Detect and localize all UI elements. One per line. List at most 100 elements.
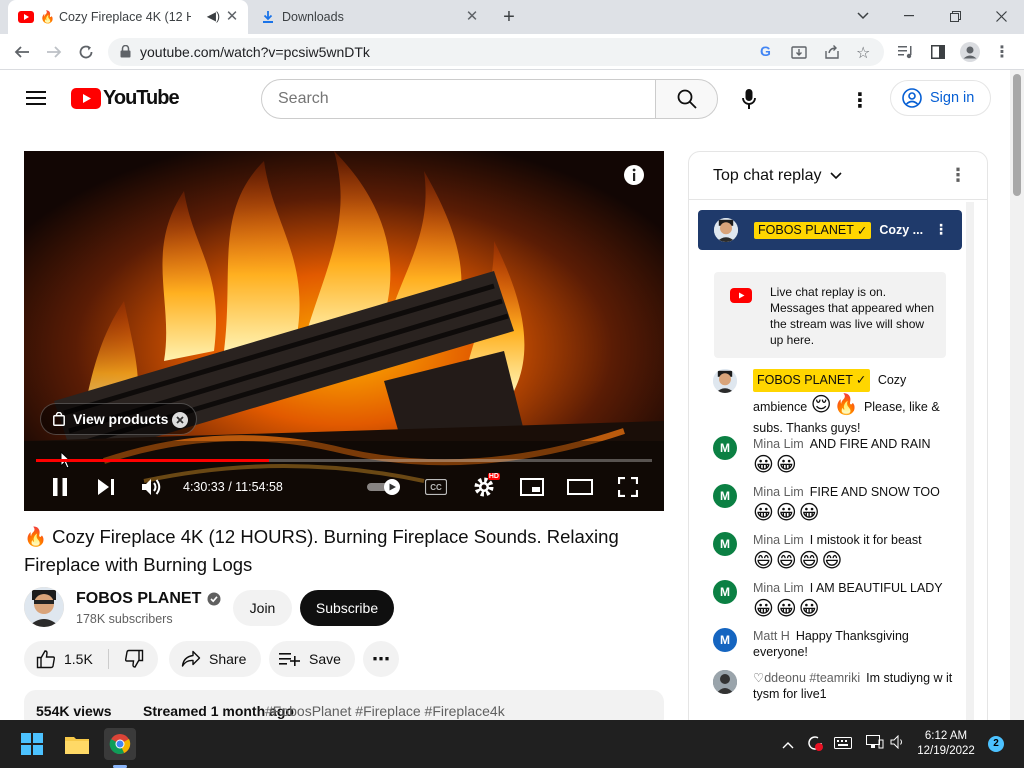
page-scrollbar[interactable] bbox=[1010, 70, 1024, 720]
volume-icon[interactable] bbox=[138, 475, 166, 499]
minimize-icon[interactable] bbox=[894, 4, 924, 28]
keyboard-icon[interactable] bbox=[834, 736, 852, 754]
tab-youtube[interactable]: 🔥 Cozy Fireplace 4K (12 HC ◀) ✕ bbox=[8, 0, 248, 34]
author-name: Matt H bbox=[753, 629, 790, 643]
avatar: M bbox=[713, 628, 737, 652]
author-name: FOBOS PLANET bbox=[757, 373, 853, 387]
sign-in-button[interactable]: Sign in bbox=[890, 80, 991, 116]
microphone-icon bbox=[742, 89, 756, 109]
message-emojis: 😀😀😀 bbox=[753, 502, 822, 524]
channel-name-row: FOBOS PLANET bbox=[76, 590, 221, 608]
voice-search-button[interactable] bbox=[729, 79, 769, 119]
verified-check-icon: ✓ bbox=[856, 223, 868, 238]
thumbs-up-icon bbox=[36, 650, 56, 669]
pinned-author-avatar bbox=[714, 218, 738, 242]
avatar: M bbox=[713, 436, 737, 460]
chevron-down-icon[interactable] bbox=[829, 171, 842, 180]
like-button[interactable]: 1.5K bbox=[24, 641, 108, 677]
notification-badge[interactable]: 2 bbox=[988, 736, 1004, 752]
back-arrow-icon[interactable] bbox=[8, 38, 36, 66]
subscribe-button[interactable]: Subscribe bbox=[300, 590, 394, 626]
search-button[interactable] bbox=[655, 79, 718, 119]
chat-header: Top chat replay ⋮ bbox=[689, 152, 987, 200]
side-panel-icon[interactable] bbox=[924, 38, 952, 66]
page-scrollbar-thumb[interactable] bbox=[1013, 74, 1021, 196]
mouse-cursor-icon bbox=[60, 450, 73, 474]
youtube-logo[interactable]: YouTube bbox=[71, 87, 180, 110]
tab-search-chevron-icon[interactable] bbox=[848, 4, 878, 28]
time-separator: / bbox=[224, 480, 236, 494]
share-page-icon[interactable] bbox=[824, 44, 840, 65]
search-input[interactable] bbox=[278, 90, 638, 108]
tab-audio-icon[interactable]: ◀) bbox=[207, 9, 220, 23]
google-g-icon[interactable]: G bbox=[760, 43, 771, 59]
system-clock[interactable]: 6:12 AM 12/19/2022 bbox=[912, 729, 980, 759]
tab-close-icon[interactable]: ✕ bbox=[224, 9, 240, 25]
share-button[interactable]: Share bbox=[169, 641, 261, 677]
forward-arrow-icon[interactable] bbox=[40, 38, 68, 66]
settings-menu-icon[interactable]: ⋮ bbox=[850, 88, 870, 113]
hamburger-menu-icon[interactable] bbox=[26, 90, 46, 111]
channel-avatar[interactable] bbox=[24, 587, 64, 627]
save-button[interactable]: Save bbox=[269, 641, 355, 677]
settings-gear-icon[interactable]: HD bbox=[470, 473, 500, 501]
channel-name[interactable]: FOBOS PLANET bbox=[76, 590, 201, 608]
tab-downloads[interactable]: Downloads ✕ bbox=[250, 0, 488, 34]
miniplayer-icon[interactable] bbox=[518, 475, 546, 499]
top-chat-replay-dropdown[interactable]: Top chat replay bbox=[713, 167, 822, 185]
fire-emoji-icon: 🔥 bbox=[40, 10, 55, 24]
author-name: ♡ddeonu #teamriki bbox=[753, 671, 861, 685]
restore-icon[interactable] bbox=[940, 4, 970, 28]
sync-alert-icon[interactable] bbox=[806, 734, 824, 757]
video-player[interactable]: View products 4:30:33 / 11:54:58 CC HD bbox=[24, 151, 664, 511]
hashtags[interactable]: #FobosPlanet #Fireplace #Fireplace4k bbox=[265, 703, 505, 719]
message-text: I AM BEAUTIFUL LADY bbox=[809, 581, 943, 595]
dislike-button[interactable] bbox=[109, 641, 158, 677]
dismiss-icon[interactable] bbox=[172, 412, 188, 431]
close-window-icon[interactable] bbox=[986, 4, 1016, 28]
next-video-icon[interactable] bbox=[92, 475, 120, 499]
network-icon[interactable] bbox=[866, 735, 884, 754]
youtube-header: YouTube ⋮ Sign in bbox=[0, 70, 1010, 128]
subscriber-count: 178K subscribers bbox=[76, 612, 173, 626]
svg-text:CC: CC bbox=[430, 483, 442, 492]
more-actions-button[interactable]: ⋯ bbox=[363, 641, 399, 677]
tab-close-icon[interactable]: ✕ bbox=[464, 9, 480, 25]
info-icon[interactable] bbox=[622, 163, 646, 187]
view-count: 554K views bbox=[36, 703, 112, 719]
pause-icon[interactable] bbox=[46, 475, 74, 499]
like-dislike-group: 1.5K bbox=[24, 641, 158, 677]
theater-mode-icon[interactable] bbox=[566, 475, 594, 499]
autoplay-toggle-icon[interactable] bbox=[364, 477, 404, 497]
chat-scrollbar[interactable] bbox=[966, 202, 974, 730]
captions-icon[interactable]: CC bbox=[424, 475, 448, 499]
join-button[interactable]: Join bbox=[233, 590, 292, 626]
windows-taskbar: 6:12 AM 12/19/2022 2 bbox=[0, 720, 1024, 768]
pinned-more-icon[interactable]: ⋮ bbox=[934, 221, 948, 238]
new-tab-plus-icon[interactable]: + bbox=[497, 5, 521, 29]
view-products-button[interactable]: View products bbox=[40, 403, 197, 435]
chrome-menu-icon[interactable]: ⋮ bbox=[988, 38, 1016, 66]
avatar bbox=[713, 670, 737, 694]
install-app-icon[interactable] bbox=[791, 44, 807, 65]
progress-bar[interactable] bbox=[36, 459, 652, 462]
time-display: 4:30:33 / 11:54:58 bbox=[183, 480, 283, 494]
chat-more-icon[interactable]: ⋮ bbox=[949, 165, 967, 186]
profile-avatar-icon[interactable] bbox=[956, 38, 984, 66]
windows-start-icon[interactable] bbox=[16, 728, 48, 760]
message-text: AND FIRE AND RAIN bbox=[809, 437, 931, 451]
address-bar[interactable]: youtube.com/watch?v=pcsiw5wnDTk G ☆ bbox=[108, 38, 884, 66]
chrome-taskbar-icon[interactable] bbox=[104, 728, 136, 760]
speaker-icon[interactable] bbox=[890, 734, 906, 754]
show-hidden-icons-chevron-icon[interactable] bbox=[782, 736, 794, 754]
pinned-author: FOBOS PLANET bbox=[758, 223, 854, 237]
hd-badge: HD bbox=[487, 473, 500, 480]
browser-tab-strip: 🔥 Cozy Fireplace 4K (12 HC ◀) ✕ Download… bbox=[0, 0, 1024, 34]
bookmark-star-icon[interactable]: ☆ bbox=[856, 43, 870, 63]
fullscreen-icon[interactable] bbox=[614, 475, 642, 499]
reload-icon[interactable] bbox=[72, 38, 100, 66]
file-explorer-icon[interactable] bbox=[61, 728, 93, 760]
media-control-icon[interactable] bbox=[892, 38, 920, 66]
subscribe-label: Subscribe bbox=[315, 600, 379, 616]
pinned-message[interactable]: FOBOS PLANET ✓ Cozy ... ⋮ bbox=[698, 210, 962, 250]
